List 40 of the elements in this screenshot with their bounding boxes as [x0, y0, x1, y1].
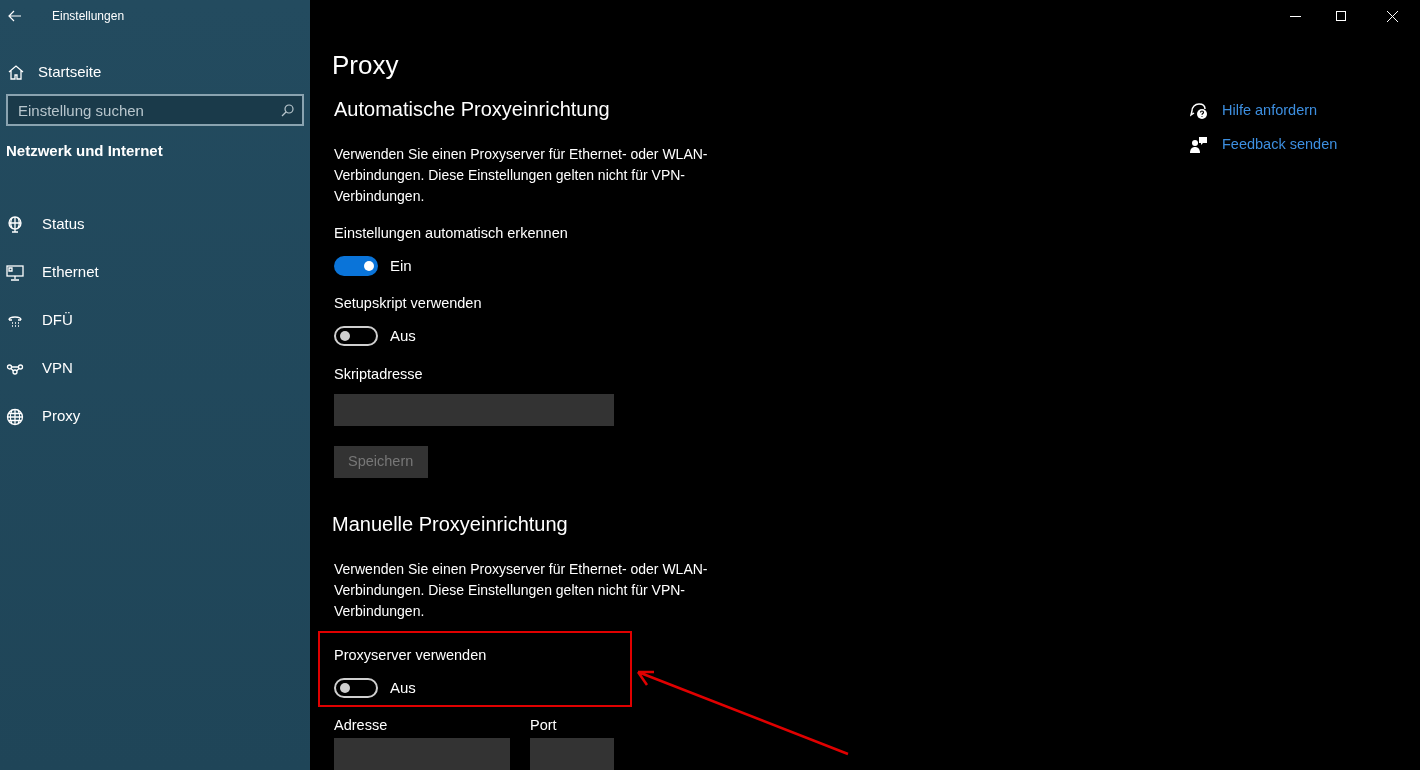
nav-item[interactable]: Status	[0, 200, 310, 249]
input-field[interactable]	[530, 738, 614, 770]
section-heading: Automatische Proxyeinrichtung	[334, 97, 611, 122]
toggle-label: Einstellungen automatisch erkennen	[334, 224, 569, 243]
field-label: Port	[530, 716, 558, 736]
description: Verwenden Sie einen Proxyserver für Ethernet- oder WLAN-Verbindungen. Diese Einstellungen gelten nicht für VPN-Verbindungen.	[334, 145, 709, 206]
toggle-switch[interactable]	[334, 326, 378, 347]
window-title: Einstellungen	[52, 8, 125, 25]
globe-icon	[6, 407, 24, 426]
globe-monitor-icon	[6, 215, 24, 234]
toggle-switch[interactable]	[334, 678, 378, 699]
field-label: Adresse	[334, 716, 389, 736]
person-feedback-icon	[1190, 135, 1208, 154]
search-field[interactable]: Einstellung suchen	[6, 94, 304, 126]
home-icon	[8, 64, 24, 80]
nav-item[interactable]: Ethernet	[0, 248, 310, 297]
close-icon	[1386, 10, 1398, 22]
help-link[interactable]: Hilfe anfordern	[1222, 100, 1318, 122]
script-address-field[interactable]	[334, 394, 614, 427]
toggle-switch[interactable]	[334, 256, 378, 276]
section-heading: Netzwerk und Internet	[5, 141, 164, 161]
back-arrow-icon[interactable]	[8, 9, 22, 23]
nav-item[interactable]: VPN	[0, 344, 310, 393]
field-label: Skriptadresse	[334, 364, 424, 384]
search-icon	[281, 104, 294, 117]
nav-item[interactable]: Proxy	[0, 392, 310, 441]
nav-item[interactable]: DFÜ	[0, 296, 310, 345]
toggle-label: Setupskript verwenden	[334, 294, 483, 314]
page-title: Proxy	[332, 49, 400, 82]
help-link[interactable]: Feedback senden	[1222, 133, 1338, 156]
toggle-state: Aus	[390, 326, 416, 346]
input-field[interactable]	[334, 738, 510, 770]
home-nav-item[interactable]: Startseite	[0, 56, 310, 88]
description: Verwenden Sie einen Proxyserver für Ethernet- oder WLAN-Verbindungen. Diese Einstellungen gelten nicht für VPN-Verbindungen.	[334, 560, 709, 622]
section-heading: Manuelle Proxyeinrichtung	[332, 512, 569, 538]
chat-question-icon	[1190, 101, 1208, 120]
toggle-state: Ein	[390, 255, 412, 276]
toggle-state: Aus	[390, 678, 416, 698]
toggle-label: Proxyserver verwenden	[334, 646, 488, 666]
monitor-icon	[6, 263, 24, 282]
